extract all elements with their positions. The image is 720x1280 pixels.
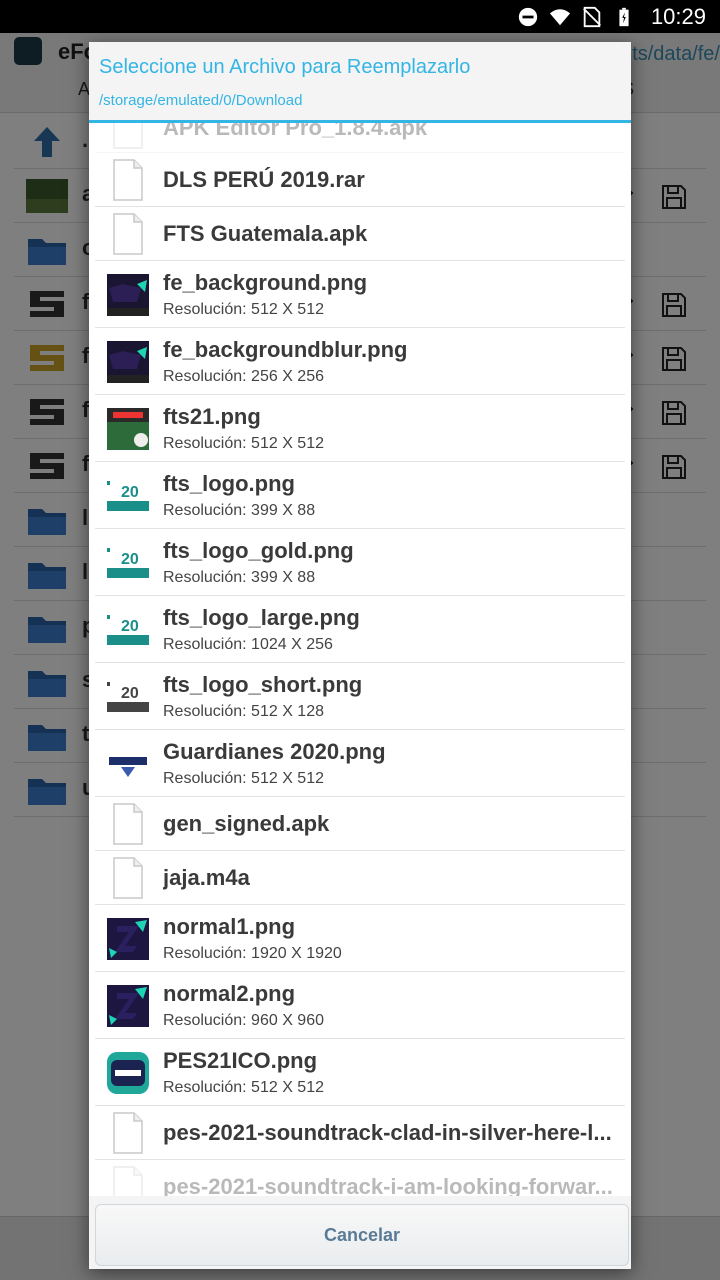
dialog-footer: Cancelar bbox=[89, 1196, 631, 1269]
clock: 10:29 bbox=[650, 3, 706, 29]
file-list-item[interactable]: jaja.m4a bbox=[95, 851, 625, 905]
file-list[interactable]: APK Editor Pro_1.8.4.apk DLS PERÚ 2019.ra… bbox=[89, 123, 631, 1196]
file-list-item[interactable]: fe_background.png Resolución: 512 X 512 bbox=[95, 261, 625, 328]
file-icon bbox=[107, 1112, 149, 1154]
file-resolution: Resolución: 512 X 512 bbox=[163, 301, 324, 318]
file-list-item[interactable]: fts21.png Resolución: 512 X 512 bbox=[95, 395, 625, 462]
file-list-item[interactable]: gen_signed.apk bbox=[95, 797, 625, 851]
file-name: Guardianes 2020.png bbox=[163, 739, 386, 764]
file-list-item[interactable]: 20 fts_logo.png Resolución: 399 X 88 bbox=[95, 462, 625, 529]
file-list-item[interactable]: normal2.png Resolución: 960 X 960 bbox=[95, 972, 625, 1039]
file-resolution: Resolución: 399 X 88 bbox=[163, 569, 316, 586]
file-picker-dialog: Seleccione un Archivo para Reemplazarlo … bbox=[89, 42, 631, 1269]
image-thumbnail-icon: 20 bbox=[107, 475, 149, 517]
file-list-item[interactable]: FTS Guatemala.apk bbox=[95, 207, 625, 261]
do-not-disturb-icon bbox=[518, 7, 538, 26]
file-name: DLS PERÚ 2019.rar bbox=[163, 167, 365, 192]
svg-text:20: 20 bbox=[121, 618, 139, 635]
file-list-item[interactable]: normal1.png Resolución: 1920 X 1920 bbox=[95, 905, 625, 972]
dialog-header: Seleccione un Archivo para Reemplazarlo … bbox=[89, 42, 631, 123]
no-sim-icon bbox=[583, 6, 601, 27]
file-name: fts_logo.png bbox=[163, 471, 295, 496]
file-resolution: Resolución: 960 X 960 bbox=[163, 1012, 324, 1029]
file-name: FTS Guatemala.apk bbox=[163, 221, 368, 246]
image-thumbnail-icon bbox=[107, 743, 149, 785]
file-list-item[interactable]: fe_backgroundblur.png Resolución: 256 X 2… bbox=[95, 328, 625, 395]
file-list-item[interactable]: 20 fts_logo_large.png Resolución: 1024 X 2… bbox=[95, 596, 625, 663]
file-name: normal2.png bbox=[163, 981, 296, 1006]
file-icon bbox=[107, 803, 149, 845]
status-bar: 10:29 bbox=[0, 0, 720, 33]
file-list-item[interactable]: pes-2021-soundtrack-clad-in-silver-here-… bbox=[95, 1106, 625, 1160]
file-icon bbox=[107, 857, 149, 899]
battery-icon bbox=[619, 7, 629, 26]
file-list-item[interactable]: APK Editor Pro_1.8.4.apk bbox=[95, 123, 625, 153]
file-list-item[interactable]: pes-2021-soundtrack-i-am-looking-forwar.… bbox=[95, 1160, 625, 1196]
image-thumbnail-icon bbox=[107, 341, 149, 383]
file-icon bbox=[107, 159, 149, 201]
svg-text:20: 20 bbox=[121, 551, 139, 568]
image-thumbnail-icon: 20 bbox=[107, 542, 149, 584]
file-resolution: Resolución: 1024 X 256 bbox=[163, 636, 333, 653]
image-thumbnail-icon: 20 bbox=[107, 676, 149, 718]
file-list-item[interactable]: DLS PERÚ 2019.rar bbox=[95, 153, 625, 207]
file-name: fts_logo_short.png bbox=[163, 672, 363, 697]
dialog-path: /storage/emulated/0/Download bbox=[99, 92, 303, 109]
file-list-item[interactable]: 20 fts_logo_gold.png Resolución: 399 X 88 bbox=[95, 529, 625, 596]
cancel-button[interactable]: Cancelar bbox=[95, 1204, 629, 1266]
file-name: fe_background.png bbox=[163, 270, 368, 295]
image-thumbnail-icon: 20 bbox=[107, 609, 149, 651]
file-name: fe_backgroundblur.png bbox=[163, 337, 408, 362]
file-icon bbox=[107, 213, 149, 255]
file-name: APK Editor Pro_1.8.4.apk bbox=[163, 123, 428, 140]
file-resolution: Resolución: 512 X 512 bbox=[163, 770, 324, 787]
file-name: fts21.png bbox=[163, 404, 261, 429]
image-thumbnail-icon bbox=[107, 274, 149, 316]
file-name: pes-2021-soundtrack-i-am-looking-forwar.… bbox=[163, 1174, 613, 1196]
file-name: jaja.m4a bbox=[163, 865, 250, 890]
file-list-item[interactable]: 20 fts_logo_short.png Resolución: 512 X 12… bbox=[95, 663, 625, 730]
file-icon bbox=[107, 1166, 149, 1196]
svg-text:20: 20 bbox=[121, 685, 139, 702]
svg-text:20: 20 bbox=[121, 484, 139, 501]
image-thumbnail-icon bbox=[107, 408, 149, 450]
file-name: pes-2021-soundtrack-clad-in-silver-here-… bbox=[163, 1120, 612, 1145]
dialog-title: Seleccione un Archivo para Reemplazarlo bbox=[99, 56, 471, 78]
file-resolution: Resolución: 256 X 256 bbox=[163, 368, 324, 385]
file-name: fts_logo_gold.png bbox=[163, 538, 354, 563]
file-name: fts_logo_large.png bbox=[163, 605, 360, 630]
file-name: PES21ICO.png bbox=[163, 1048, 318, 1073]
file-resolution: Resolución: 512 X 512 bbox=[163, 1079, 324, 1096]
file-list-item[interactable]: Guardianes 2020.png Resolución: 512 X 512 bbox=[95, 730, 625, 797]
file-resolution: Resolución: 399 X 88 bbox=[163, 502, 316, 519]
image-thumbnail-icon bbox=[107, 1052, 149, 1094]
file-icon bbox=[107, 123, 149, 149]
file-list-item[interactable]: PES21ICO.png Resolución: 512 X 512 bbox=[95, 1039, 625, 1106]
file-resolution: Resolución: 512 X 128 bbox=[163, 703, 324, 720]
wifi-icon bbox=[549, 8, 571, 25]
file-resolution: Resolución: 512 X 512 bbox=[163, 435, 324, 452]
image-thumbnail-icon bbox=[107, 985, 149, 1027]
file-name: gen_signed.apk bbox=[163, 811, 330, 836]
file-name: normal1.png bbox=[163, 914, 296, 939]
file-resolution: Resolución: 1920 X 1920 bbox=[163, 945, 342, 962]
image-thumbnail-icon bbox=[107, 918, 149, 960]
